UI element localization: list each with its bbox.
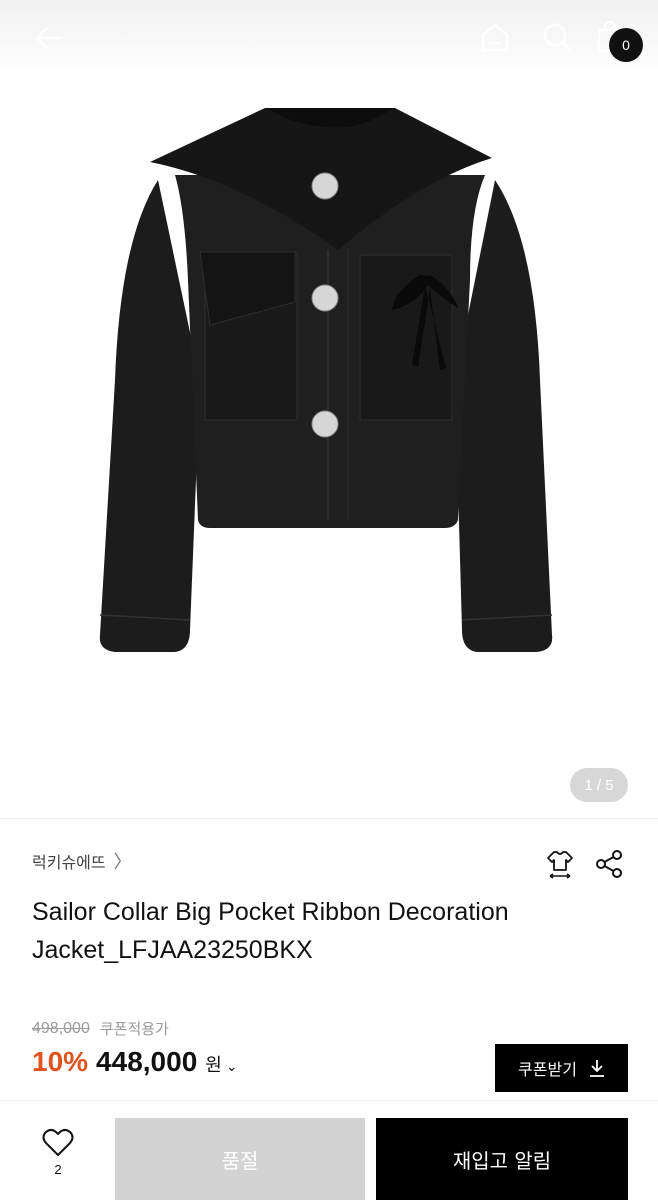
product-title: Sailor Collar Big Pocket Ribbon Decorati… xyxy=(32,898,509,964)
divider xyxy=(0,818,658,819)
back-button[interactable] xyxy=(28,18,68,58)
sale-price: 448,000 xyxy=(96,1046,198,1077)
home-button[interactable] xyxy=(474,16,516,58)
search-button[interactable] xyxy=(536,16,578,58)
original-price: 498,000 xyxy=(32,1019,90,1037)
home-icon xyxy=(481,23,509,52)
coupon-button-label: 쿠폰받기 xyxy=(518,1060,577,1079)
brand-name: 럭키슈에뜨 xyxy=(32,853,106,872)
back-arrow-icon xyxy=(35,26,62,50)
cart-count-badge: 0 xyxy=(609,28,643,62)
original-price-row: 498,000 쿠폰적용가 xyxy=(32,1018,169,1039)
jacket-product-image xyxy=(99,108,553,652)
soldout-button: 품절 xyxy=(115,1118,365,1200)
currency-label: 원 xyxy=(205,1055,222,1076)
restock-label: 재입고 알림 xyxy=(452,1148,552,1173)
bottom-divider xyxy=(0,1100,658,1101)
download-icon xyxy=(589,1060,604,1077)
size-fit-button[interactable] xyxy=(542,846,578,882)
coupon-applied-label: 쿠폰적용가 xyxy=(99,1020,169,1038)
price-row[interactable]: 10% 448,000 원 ⌄ xyxy=(32,1046,238,1078)
image-pager: 1 / 5 xyxy=(570,768,628,802)
like-button[interactable]: 2 xyxy=(30,1128,86,1192)
discount-rate: 10% xyxy=(32,1046,89,1077)
chevron-down-icon: ⌄ xyxy=(225,1059,238,1075)
restock-alert-button[interactable]: 재입고 알림 xyxy=(376,1118,628,1200)
share-icon xyxy=(596,850,622,878)
chevron-right-icon: 〉 xyxy=(113,852,132,873)
coupon-download-button[interactable]: 쿠폰받기 xyxy=(495,1044,628,1092)
search-icon xyxy=(543,23,572,52)
clothing-size-icon xyxy=(547,851,573,879)
soldout-label: 품절 xyxy=(221,1148,259,1173)
heart-icon xyxy=(42,1128,74,1156)
product-image-carousel[interactable] xyxy=(0,80,658,820)
share-button[interactable] xyxy=(592,846,626,882)
top-bar: 0 xyxy=(0,0,658,80)
like-count: 2 xyxy=(54,1162,62,1177)
brand-link[interactable]: 럭키슈에뜨 〉 xyxy=(32,848,132,874)
